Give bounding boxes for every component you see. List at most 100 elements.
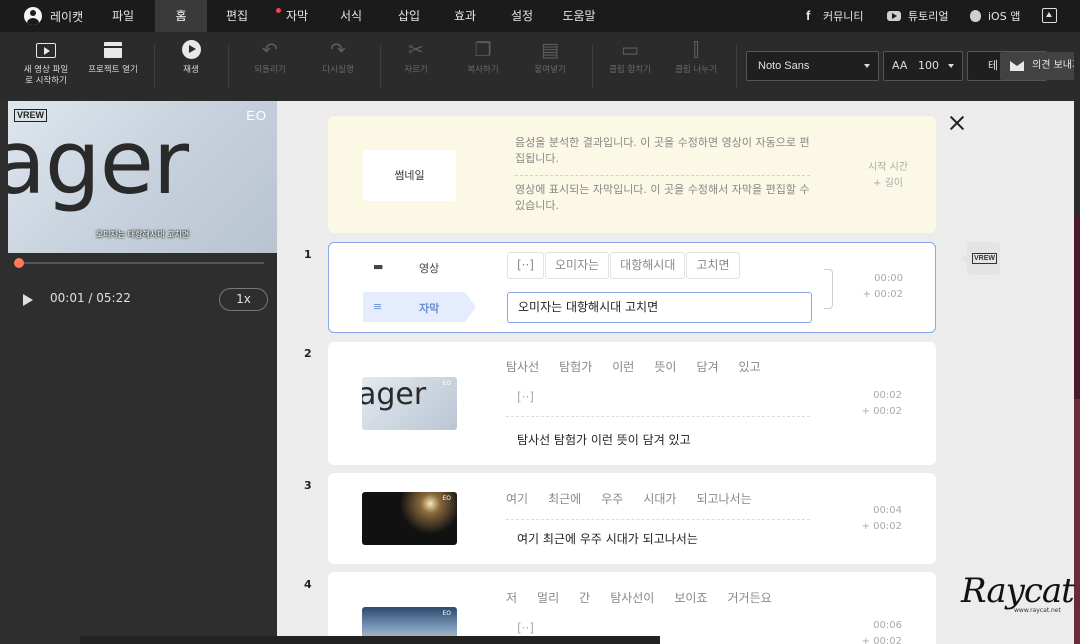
paste-button[interactable]: ▤ 붙여넣기: [524, 40, 576, 76]
menu-home[interactable]: 홈: [155, 0, 207, 32]
youtube-icon: [887, 11, 901, 21]
new-badge-dot: [276, 8, 281, 13]
thumbnail-label: 썸네일: [363, 150, 456, 201]
merge-icon: ▭: [621, 39, 639, 61]
word[interactable]: 담겨: [696, 358, 718, 375]
subtitle-text[interactable]: 탐사선 탐험가 이런 뜻이 담겨 있고: [517, 431, 691, 448]
menu-file[interactable]: 파일: [100, 0, 146, 32]
window-edge: [1074, 32, 1080, 644]
word[interactable]: 간: [579, 589, 590, 606]
playback-speed-button[interactable]: 1x: [219, 288, 268, 311]
menu-settings[interactable]: 설정: [499, 0, 545, 32]
word[interactable]: 있고: [739, 358, 761, 375]
menu-insert[interactable]: 삽입: [386, 0, 432, 32]
clip-row[interactable]: ager EO 탐사선 탐험가 이런 뜻이 담겨 있고 [··] 탐사선 탐험가…: [328, 342, 936, 465]
eo-logo: EO: [246, 108, 267, 123]
redo-button[interactable]: ↷ 다시실행: [312, 40, 364, 76]
clip-time: 00:06 + 00:02: [861, 620, 902, 644]
word[interactable]: 이런: [612, 358, 634, 375]
open-project-button[interactable]: 프로젝트 열기: [84, 40, 142, 76]
user-icon: [24, 7, 42, 25]
word[interactable]: 최근에: [548, 490, 581, 507]
word[interactable]: 되고나서는: [696, 490, 751, 507]
redo-icon: ↷: [330, 39, 346, 61]
user-account[interactable]: 레이캣: [24, 0, 83, 32]
font-select[interactable]: Noto Sans: [746, 51, 879, 81]
seek-bar[interactable]: [14, 258, 264, 268]
seek-handle[interactable]: [14, 258, 24, 268]
word[interactable]: 저: [506, 589, 517, 606]
font-size-select[interactable]: AA 100: [883, 51, 963, 81]
word[interactable]: 탐사선: [506, 358, 539, 375]
subtitle-list-icon: ≡: [373, 300, 383, 313]
clip-number: 3: [304, 479, 312, 492]
undo-icon: ↶: [262, 39, 278, 61]
paste-icon: ▤: [541, 39, 559, 61]
community-link[interactable]: f 커뮤니티: [806, 0, 863, 32]
split-clip-button[interactable]: ⫿ 클립 나누기: [670, 40, 722, 76]
clip-time: 00:00 + 00:02: [862, 273, 903, 300]
video-row-label: 영상: [419, 262, 440, 275]
undo-button[interactable]: ↶ 되돌리기: [244, 40, 296, 76]
silence-marker[interactable]: [··]: [517, 621, 534, 635]
word-chip[interactable]: 대항해시대: [610, 252, 686, 279]
word[interactable]: 거거든요: [727, 589, 771, 606]
ios-app-link[interactable]: iOS 앱: [970, 0, 1020, 32]
word-chip[interactable]: 오미자는: [545, 252, 610, 279]
silence-marker[interactable]: [··]: [517, 390, 534, 404]
subtitle-text[interactable]: 여기 최근에 우주 시대가 되고나서는: [517, 530, 698, 547]
merge-clip-button[interactable]: ▭ 클립 합치기: [604, 40, 656, 76]
clapperboard-icon: ▬: [373, 260, 384, 273]
word-chips: [··] 오미자는 대항해시대 고치면: [507, 252, 740, 279]
menu-edit[interactable]: 편집: [214, 0, 260, 32]
silence-chip[interactable]: [··]: [507, 252, 544, 279]
clip-thumbnail[interactable]: EO: [362, 492, 457, 545]
subtitle-input[interactable]: 오미자는 대항해시대 고치면: [507, 292, 812, 323]
play-button[interactable]: 재생: [168, 40, 214, 76]
clip-number: 1: [304, 248, 312, 261]
clip-thumbnail[interactable]: ager EO: [362, 377, 457, 430]
playback-time: 00:01 / 05:22: [50, 291, 131, 305]
video-caption: 오미자는 대항해시대 고치면: [95, 230, 190, 239]
word[interactable]: 멀리: [537, 589, 559, 606]
clip-number: 2: [304, 347, 312, 360]
word[interactable]: 시대가: [643, 490, 676, 507]
word[interactable]: 탐험가: [559, 358, 592, 375]
word[interactable]: 우주: [601, 490, 623, 507]
font-size-icon: AA: [892, 59, 908, 72]
play-icon[interactable]: [23, 294, 33, 306]
word[interactable]: 탐사선이: [610, 589, 654, 606]
tutorial-link[interactable]: 튜토리얼: [887, 0, 948, 32]
vrew-logo: VREW: [14, 109, 47, 122]
menu-help[interactable]: 도움말: [556, 0, 602, 32]
vrew-side-button[interactable]: VREW: [960, 242, 1000, 275]
clip-row[interactable]: EO 저 멀리 간 탐사선이 보이죠 거거든요 [··] 00:06 + 00:…: [328, 572, 936, 644]
raycat-watermark: Raycat www.raycat.net: [961, 571, 1075, 614]
menu-subtitle[interactable]: 자막: [274, 0, 320, 32]
word[interactable]: 여기: [506, 490, 528, 507]
scissors-icon: ✂: [408, 39, 424, 61]
menu-effects[interactable]: 효과: [442, 0, 488, 32]
menu-bar: 레이캣 파일 홈 편집 자막 서식 삽입 효과 설정 도움말 f 커뮤니티 튜토…: [0, 0, 1080, 32]
window-toggle-icon[interactable]: [1042, 8, 1057, 23]
guide-time: 시작 시간 + 길이: [868, 162, 908, 189]
word[interactable]: 보이죠: [674, 589, 707, 606]
word-list: 탐사선 탐험가 이런 뜻이 담겨 있고: [506, 358, 761, 375]
copy-button[interactable]: ❐ 복사하기: [458, 40, 508, 76]
clip-row[interactable]: EO 여기 최근에 우주 시대가 되고나서는 여기 최근에 우주 시대가 되고나…: [328, 473, 936, 564]
cut-button[interactable]: ✂ 자르기: [392, 40, 440, 76]
chevron-down-icon: [948, 64, 954, 68]
word-chip[interactable]: 고치면: [686, 252, 740, 279]
split-icon: ⫿: [692, 39, 700, 61]
clip-number: 4: [304, 578, 312, 591]
close-icon[interactable]: [948, 114, 966, 132]
video-preview[interactable]: ager VREW EO 오미자는 대항해시대 고치면: [8, 101, 277, 253]
chevron-down-icon: [864, 64, 870, 68]
subtitle-row-label: 자막: [419, 302, 440, 315]
word[interactable]: 뜻이: [654, 358, 676, 375]
new-video-button[interactable]: 새 영상 파일로 시작하기: [16, 40, 76, 87]
feedback-button[interactable]: 의견 보내기: [1000, 52, 1080, 80]
clip-time: 00:04 + 00:02: [861, 505, 902, 532]
menu-format[interactable]: 서식: [328, 0, 374, 32]
clip-row[interactable]: ▬ 영상 ≡ 자막 [··] 오미자는 대항해시대 고치면 오미자는 대항해시대…: [328, 242, 936, 333]
